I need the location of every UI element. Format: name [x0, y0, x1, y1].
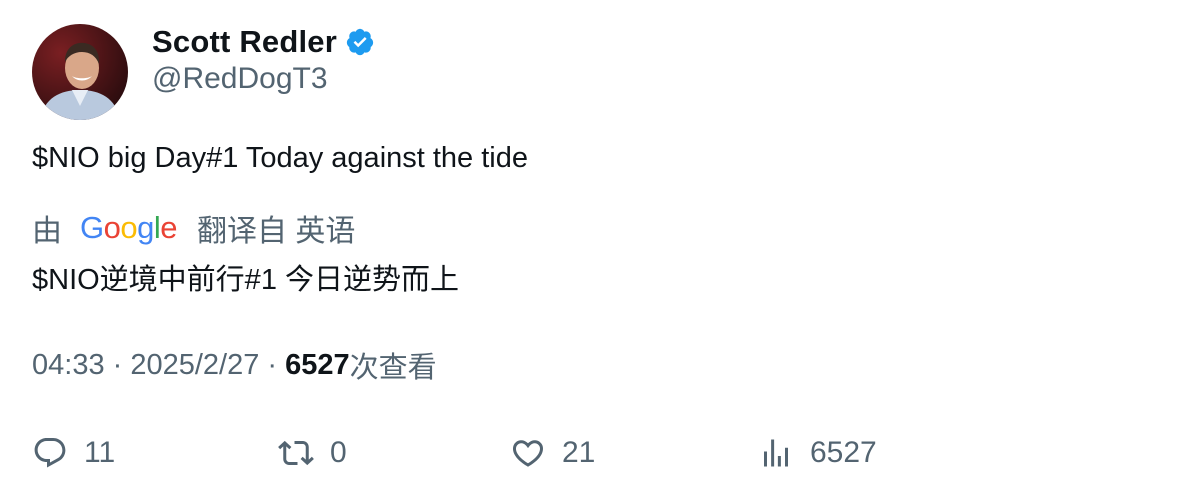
retweet-button[interactable]: 0 — [278, 428, 347, 478]
google-logo-letter: o — [103, 210, 121, 245]
like-button[interactable]: 21 — [510, 428, 595, 478]
reply-icon — [32, 435, 68, 471]
meta-separator: · — [104, 348, 131, 381]
views-count: 6527 — [285, 348, 350, 381]
analytics-icon — [758, 435, 794, 471]
views-button[interactable]: 6527 — [758, 428, 877, 478]
author-handle[interactable]: @RedDogT3 — [152, 62, 328, 96]
translated-from-label[interactable]: 翻译自 英语 — [197, 206, 355, 250]
tweet-text: $NIO big Day#1 Today against the tide — [32, 142, 529, 174]
tweet-date[interactable]: 2025/2/27 — [130, 349, 259, 382]
translated-by-label: 由 — [32, 215, 62, 248]
views-action-count: 6527 — [810, 436, 877, 469]
author-name-row: Scott Redler — [152, 22, 375, 62]
action-bar: 11 0 21 6527 — [0, 428, 1196, 478]
tweet-card: Scott Redler @RedDogT3 $NIO big Day#1 To… — [0, 0, 1196, 498]
translation-attribution: 由 G o o g l e 翻译自 英语 — [32, 206, 355, 250]
like-count: 21 — [562, 436, 596, 469]
google-logo-letter: G — [80, 210, 104, 245]
verified-badge-icon[interactable] — [345, 27, 375, 57]
display-name[interactable]: Scott Redler — [152, 24, 337, 60]
tweet-time[interactable]: 04:33 — [32, 349, 105, 382]
google-logo-letter: g — [137, 210, 154, 245]
translated-tweet-text: $NIO逆境中前行#1 今日逆势而上 — [32, 264, 459, 296]
retweet-icon — [278, 435, 314, 471]
avatar[interactable] — [32, 24, 128, 120]
google-logo: G o o g l e — [80, 210, 178, 246]
meta-separator: · — [259, 348, 286, 381]
reply-button[interactable]: 11 — [32, 428, 115, 478]
tweet-meta: 04:33 · 2025/2/27 · 6527 次查看 — [32, 344, 437, 386]
google-logo-letter: o — [120, 210, 138, 245]
views-label: 次查看 — [349, 352, 437, 384]
retweet-count: 0 — [330, 436, 347, 469]
reply-count: 11 — [84, 436, 116, 469]
google-logo-letter: e — [160, 210, 178, 245]
heart-icon — [510, 435, 546, 471]
